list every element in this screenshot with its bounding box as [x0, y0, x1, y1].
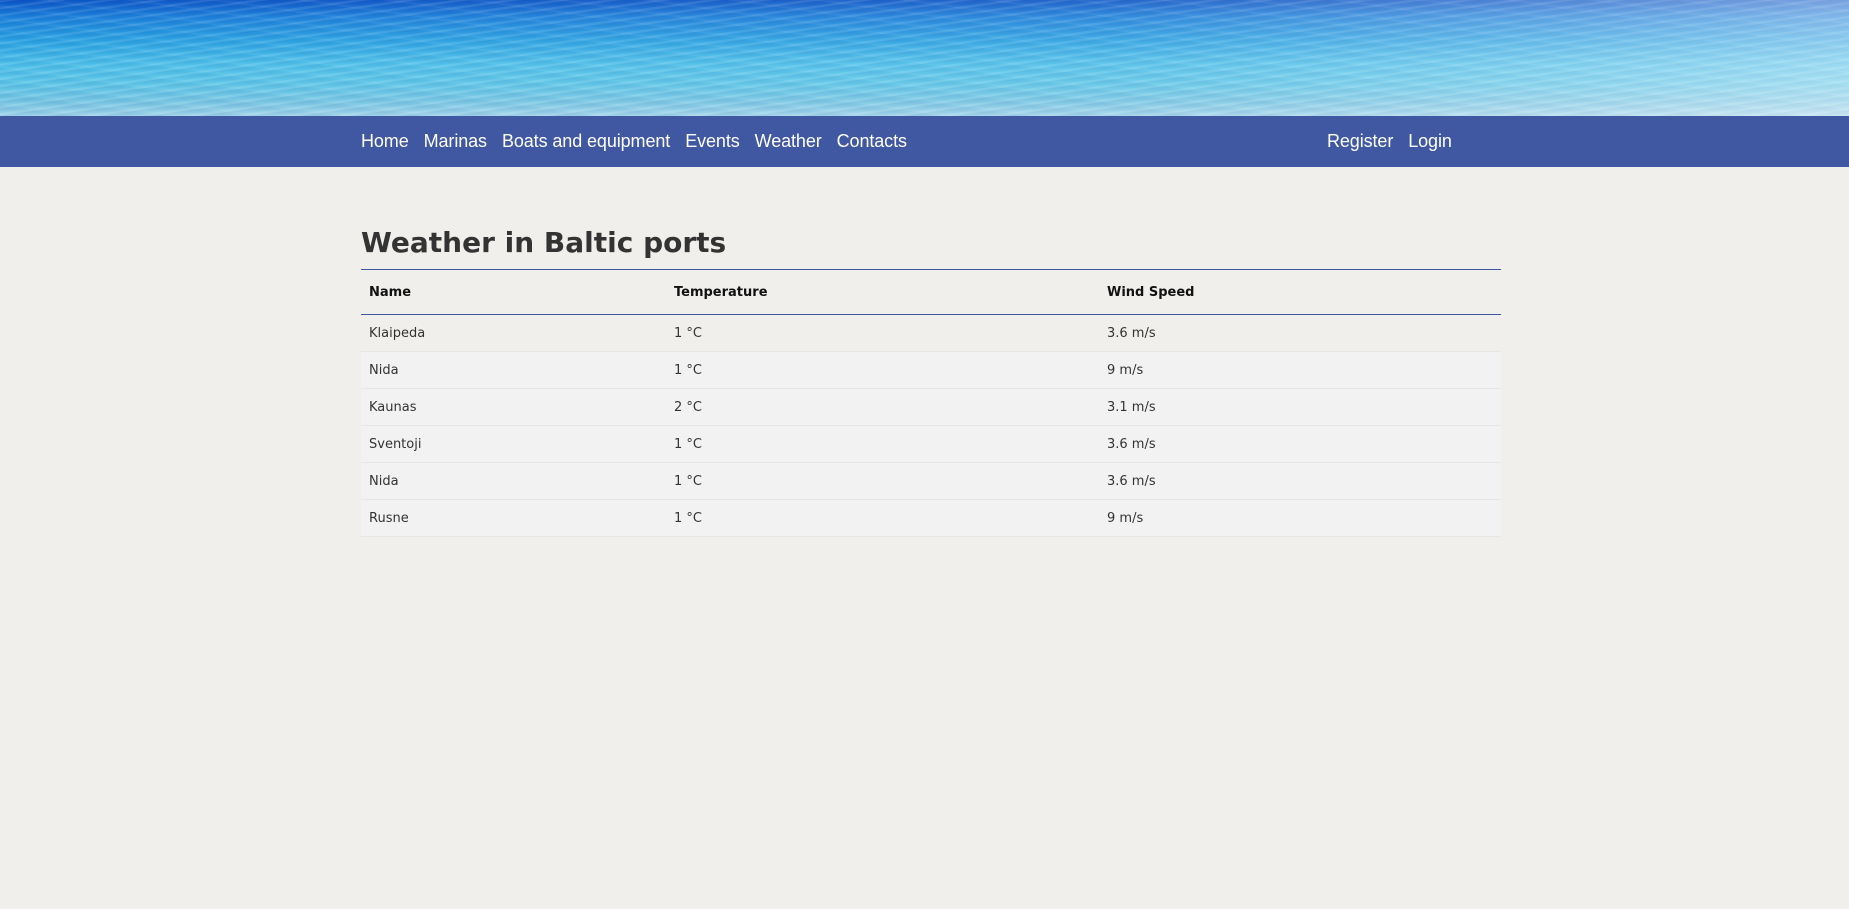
cell-temperature: 1 °C	[666, 314, 1099, 352]
cell-port-name: Sventoji	[361, 425, 666, 463]
cell-port-name: Rusne	[361, 499, 666, 537]
nav-link-login[interactable]: Login	[1408, 131, 1452, 152]
nav-link-home[interactable]: Home	[361, 131, 409, 152]
table-row: Sventoji 1 °C 3.6 m/s	[361, 425, 1501, 463]
header-banner-image	[0, 0, 1849, 116]
nav-link-boats-and-equipment[interactable]: Boats and equipment	[502, 131, 670, 152]
column-header-name: Name	[361, 270, 666, 315]
cell-temperature: 1 °C	[666, 351, 1099, 389]
cell-wind-speed: 9 m/s	[1099, 351, 1501, 389]
main-content: Weather in Baltic ports Name Temperature…	[361, 220, 1501, 537]
column-header-wind-speed: Wind Speed	[1099, 270, 1501, 315]
table-header-row: Name Temperature Wind Speed	[361, 270, 1501, 315]
cell-temperature: 1 °C	[666, 499, 1099, 537]
column-header-temperature: Temperature	[666, 270, 1099, 315]
cell-temperature: 2 °C	[666, 388, 1099, 426]
cell-temperature: 1 °C	[666, 462, 1099, 500]
page-title: Weather in Baltic ports	[361, 220, 1501, 270]
cell-wind-speed: 3.6 m/s	[1099, 314, 1501, 352]
nav-link-marinas[interactable]: Marinas	[424, 131, 487, 152]
table-row: Rusne 1 °C 9 m/s	[361, 499, 1501, 537]
nav-link-events[interactable]: Events	[685, 131, 740, 152]
cell-port-name: Kaunas	[361, 388, 666, 426]
cell-temperature: 1 °C	[666, 425, 1099, 463]
cell-wind-speed: 3.1 m/s	[1099, 388, 1501, 426]
cell-wind-speed: 3.6 m/s	[1099, 462, 1501, 500]
table-row: Kaunas 2 °C 3.1 m/s	[361, 388, 1501, 426]
cell-port-name: Nida	[361, 462, 666, 500]
cell-port-name: Nida	[361, 351, 666, 389]
table-row: Nida 1 °C 3.6 m/s	[361, 462, 1501, 500]
cell-wind-speed: 9 m/s	[1099, 499, 1501, 537]
nav-link-contacts[interactable]: Contacts	[837, 131, 907, 152]
nav-left-group: Home Marinas Boats and equipment Events …	[361, 116, 922, 167]
cell-wind-speed: 3.6 m/s	[1099, 425, 1501, 463]
table-row: Nida 1 °C 9 m/s	[361, 351, 1501, 389]
cell-port-name: Klaipeda	[361, 314, 666, 352]
nav-link-weather[interactable]: Weather	[755, 131, 822, 152]
nav-right-group: Register Login	[1327, 116, 1467, 167]
weather-table: Name Temperature Wind Speed Klaipeda 1 °…	[361, 270, 1501, 537]
nav-link-register[interactable]: Register	[1327, 131, 1393, 152]
main-navbar: Home Marinas Boats and equipment Events …	[0, 116, 1849, 167]
table-row: Klaipeda 1 °C 3.6 m/s	[361, 314, 1501, 352]
